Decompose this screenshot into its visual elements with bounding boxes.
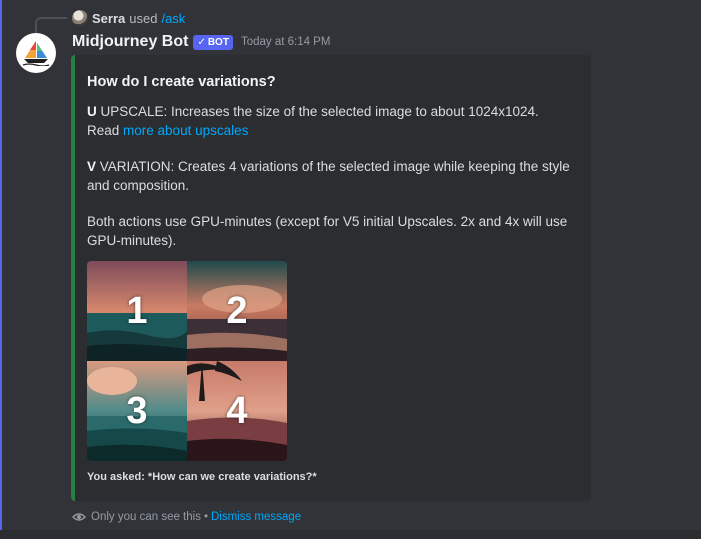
- reply-spine: [35, 17, 67, 33]
- tile-number: 2: [226, 289, 248, 332]
- image-tile-1[interactable]: 1: [87, 261, 187, 361]
- embed-title: How do I create variations?: [87, 74, 276, 90]
- upscale-key: U: [87, 104, 97, 119]
- eye-icon: [72, 513, 86, 521]
- image-tile-2[interactable]: 2: [187, 261, 287, 361]
- variation-text: VARIATION: Creates 4 variations of the s…: [87, 159, 570, 193]
- reply-username[interactable]: Serra: [92, 11, 125, 26]
- bot-tag-label: BOT: [207, 36, 229, 48]
- bottom-bar: [0, 530, 701, 539]
- ephemeral-notice: Only you can see this • Dismiss message: [72, 509, 301, 525]
- separator: •: [203, 511, 208, 523]
- reply-avatar[interactable]: [72, 10, 88, 26]
- upscale-paragraph: U UPSCALE: Increases the size of the sel…: [87, 102, 571, 140]
- verified-check-icon: ✓: [197, 36, 206, 48]
- reply-context[interactable]: Serra used /ask: [72, 9, 185, 27]
- reply-used-label: used: [129, 10, 158, 26]
- embed-image-grid[interactable]: 1 2 3 4: [87, 261, 287, 461]
- sailboat-icon: [22, 41, 50, 66]
- dismiss-message-link[interactable]: Dismiss message: [211, 511, 301, 523]
- message: Serra used /ask Midjourney Bot ✓ BOT Tod…: [0, 0, 701, 530]
- tile-number: 1: [126, 289, 148, 332]
- author-name[interactable]: Midjourney Bot: [72, 33, 188, 51]
- timestamp[interactable]: Today at 6:14 PM: [241, 36, 331, 48]
- gpu-paragraph: Both actions use GPU-minutes (except for…: [87, 214, 568, 248]
- message-header: Midjourney Bot ✓ BOT Today at 6:14 PM: [72, 32, 330, 52]
- embed: How do I create variations? U UPSCALE: I…: [71, 55, 591, 501]
- variation-paragraph: V VARIATION: Creates 4 variations of the…: [87, 157, 571, 195]
- embed-footer: You asked: *How can we create variations…: [87, 471, 317, 483]
- bot-avatar[interactable]: [16, 33, 56, 73]
- embed-description: U UPSCALE: Increases the size of the sel…: [87, 102, 571, 250]
- image-tile-4[interactable]: 4: [187, 361, 287, 461]
- image-tile-3[interactable]: 3: [87, 361, 187, 461]
- variation-key: V: [87, 159, 97, 174]
- tile-number: 3: [126, 389, 148, 432]
- tile-number: 4: [226, 389, 248, 432]
- reply-command[interactable]: /ask: [161, 11, 185, 26]
- bot-tag: ✓ BOT: [193, 34, 233, 50]
- ephemeral-text: Only you can see this: [91, 511, 201, 523]
- upscale-link[interactable]: more about upscales: [123, 123, 248, 138]
